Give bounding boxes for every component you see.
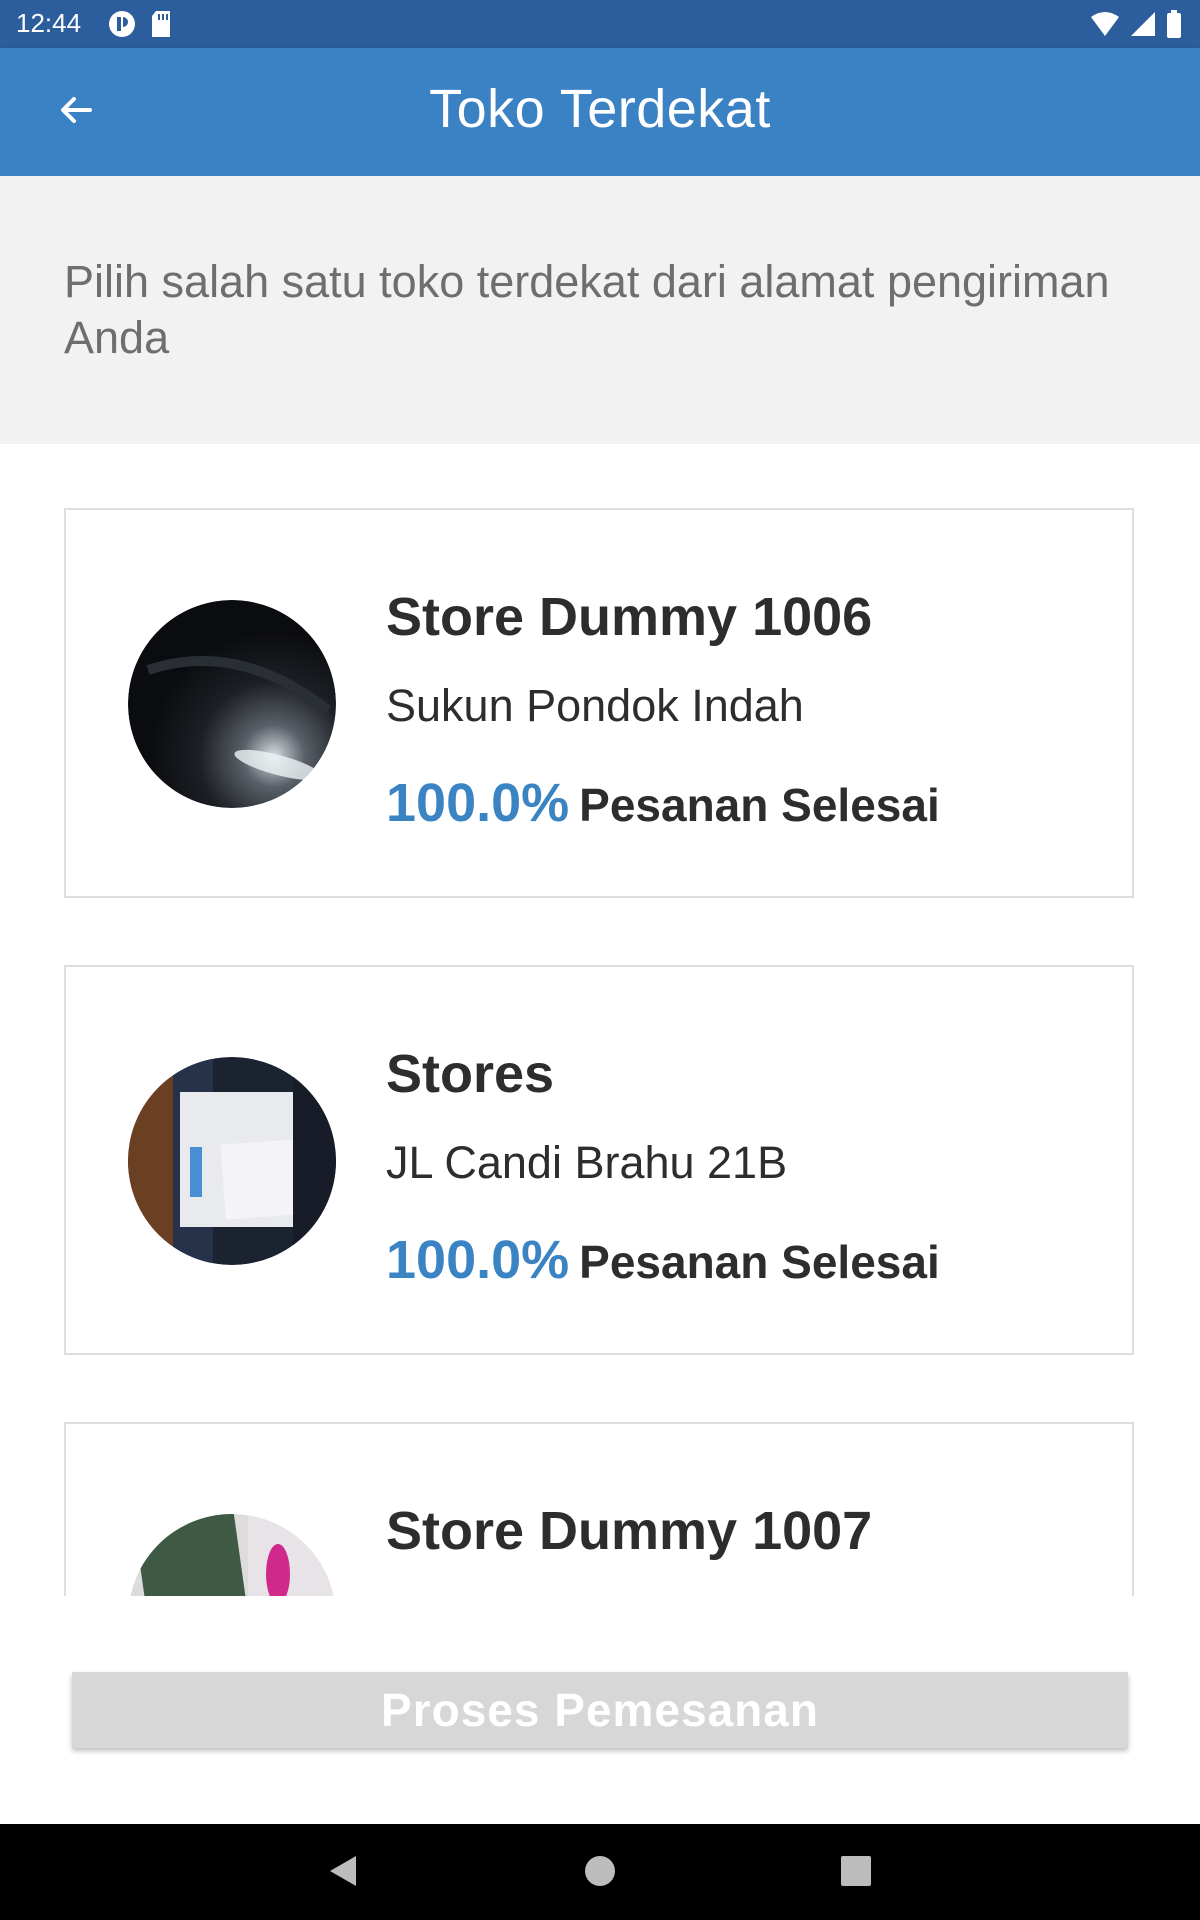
store-address: JL Candi Brahu 21B: [386, 1137, 788, 1188]
nav-recents-button[interactable]: [831, 1848, 881, 1898]
store-name: Stores: [386, 1044, 555, 1104]
recents-icon: [841, 1855, 871, 1891]
store-avatar: [128, 1057, 336, 1265]
home-icon: [584, 1855, 616, 1892]
store-avatar: [128, 1514, 336, 1596]
completion-label: Pesanan Selesai: [579, 779, 940, 831]
media-icon: [108, 10, 136, 43]
store-card-3[interactable]: Store Dummy 1007: [64, 1422, 1134, 1596]
store-name: Store Dummy 1007: [386, 1501, 873, 1561]
app-bar: Toko Terdekat: [0, 48, 1200, 176]
completion-percent: 100.0%: [386, 1230, 570, 1290]
store-card-2[interactable]: Stores JL Candi Brahu 21B 100.0% Pesanan …: [64, 965, 1134, 1355]
nav-back-button[interactable]: [318, 1848, 368, 1898]
signal-icon: [1130, 11, 1156, 42]
store-stats: 100.0% Pesanan Selesai: [386, 772, 940, 834]
store-list[interactable]: Store Dummy 1006 Sukun Pondok Indah 100.…: [0, 444, 1200, 1596]
navigation-bar: [0, 1824, 1200, 1920]
store-stats: 100.0% Pesanan Selesai: [386, 1229, 940, 1291]
store-address: Sukun Pondok Indah: [386, 680, 804, 731]
page-title: Toko Terdekat: [429, 79, 771, 139]
sd-card-icon: [150, 10, 172, 43]
instruction-text: Pilih salah satu toko terdekat dari alam…: [64, 256, 1110, 363]
store-name: Store Dummy 1006: [386, 587, 873, 647]
wifi-icon: [1090, 11, 1120, 42]
status-time: 12:44: [16, 8, 82, 38]
store-card-1[interactable]: Store Dummy 1006 Sukun Pondok Indah 100.…: [64, 508, 1134, 898]
process-order-button[interactable]: Proses Pemesanan: [72, 1672, 1128, 1748]
instruction-panel: Pilih salah satu toko terdekat dari alam…: [0, 176, 1200, 444]
nav-home-button[interactable]: [575, 1848, 625, 1898]
status-bar: 12:44: [0, 0, 1200, 48]
back-icon: [326, 1854, 360, 1893]
completion-percent: 100.0%: [386, 773, 570, 833]
completion-label: Pesanan Selesai: [579, 1236, 940, 1288]
battery-icon: [1166, 10, 1182, 43]
store-avatar: [128, 600, 336, 808]
